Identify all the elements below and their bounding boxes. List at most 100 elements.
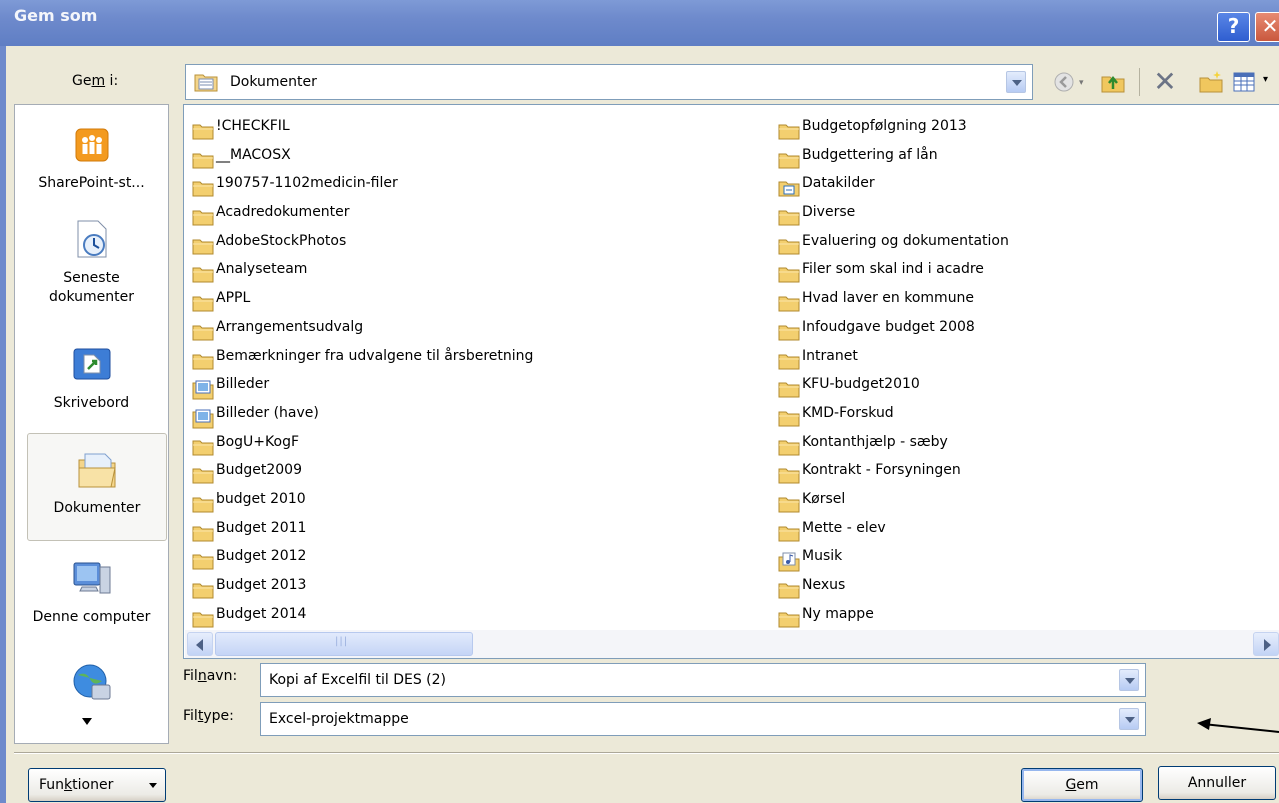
list-item-label: Budgettering af lån [802, 146, 938, 163]
list-item[interactable]: Hvad laver en kommune [774, 285, 1009, 314]
cancel-button[interactable]: Annuller [1158, 766, 1276, 800]
place-network[interactable] [15, 661, 168, 713]
list-item[interactable]: Nexus [774, 572, 1009, 601]
scroll-left-icon[interactable] [187, 632, 213, 656]
list-item[interactable]: Budget 2014 [188, 601, 533, 630]
place-label: Seneste dokumenter [49, 270, 134, 305]
place-documents[interactable]: Dokumenter [27, 433, 167, 541]
list-item[interactable]: Acadredokumenter [188, 199, 533, 228]
list-item-label: Billeder (have) [216, 404, 319, 421]
list-item[interactable]: Kørsel [774, 486, 1009, 515]
filetype-select[interactable]: Excel-projektmappe [260, 702, 1146, 736]
list-item-label: Evaluering og dokumentation [802, 232, 1009, 249]
back-icon[interactable] [1052, 70, 1076, 94]
list-item-label: KMD-Forskud [802, 404, 894, 421]
list-item-label: Musik [802, 548, 843, 565]
list-item-label: APPL [216, 290, 251, 307]
list-item[interactable]: Budget 2011 [188, 515, 533, 544]
list-item-label: Kontrakt - Forsyningen [802, 462, 961, 479]
list-item-label: Infoudgave budget 2008 [802, 318, 975, 335]
list-item[interactable]: Kontrakt - Forsyningen [774, 457, 1009, 486]
horizontal-scrollbar[interactable] [185, 630, 1279, 658]
scroll-right-icon[interactable] [1253, 632, 1279, 656]
scrollbar-thumb[interactable] [215, 632, 473, 656]
list-item-label: Nexus [802, 577, 846, 593]
list-item-label: Arrangementsudvalg [216, 318, 364, 335]
list-item[interactable]: __MACOSX [188, 142, 533, 171]
list-item[interactable]: Budget 2012 [188, 543, 533, 572]
list-item[interactable]: Budget2009 [188, 457, 533, 486]
chevron-down-icon[interactable] [1006, 71, 1026, 93]
list-item[interactable]: BogU+KogF [188, 429, 533, 458]
list-item[interactable]: Infoudgave budget 2008 [774, 314, 1009, 343]
list-item[interactable]: 190757-1102medicin-filer [188, 170, 533, 199]
save-button[interactable]: Gem [1021, 768, 1143, 802]
list-item[interactable]: Budget 2013 [188, 572, 533, 601]
toolbar-separator [1139, 68, 1140, 96]
list-item[interactable]: Billeder (have) [188, 400, 533, 429]
places-bar: SharePoint-st... Seneste dokumenter Skri… [14, 104, 169, 744]
help-button[interactable]: ? [1217, 12, 1250, 42]
list-item[interactable]: Intranet [774, 343, 1009, 372]
delete-icon[interactable]: ✕ [1152, 68, 1178, 96]
list-item[interactable]: Analyseteam [188, 256, 533, 285]
save-in-combobox[interactable]: Dokumenter [185, 64, 1033, 100]
place-recent-documents[interactable]: Seneste dokumenter [15, 217, 168, 307]
views-dropdown-icon[interactable]: ▾ [1263, 74, 1268, 85]
list-item[interactable]: Arrangementsudvalg [188, 314, 533, 343]
list-item[interactable]: Evaluering og dokumentation [774, 228, 1009, 257]
list-item-label: !CHECKFIL [216, 118, 290, 134]
list-item-label: AdobeStockPhotos [216, 232, 347, 249]
list-item[interactable]: Musik [774, 543, 1009, 572]
documents-folder-icon [78, 453, 116, 488]
list-item[interactable]: Billeder [188, 371, 533, 400]
back-dropdown-icon[interactable]: ▾ [1079, 78, 1087, 102]
list-item-label: Acadredokumenter [216, 204, 350, 221]
desktop-icon [73, 348, 110, 380]
list-item-label: Budget 2014 [216, 605, 307, 622]
list-item[interactable]: Mette - elev [774, 515, 1009, 544]
tools-button[interactable]: Funktioner [28, 768, 166, 802]
place-label: SharePoint-st... [38, 175, 145, 191]
list-item[interactable]: Diverse [774, 199, 1009, 228]
list-item[interactable]: Bemærkninger fra udvalgene til årsberetn… [188, 343, 533, 372]
close-button[interactable]: ✕ [1255, 12, 1279, 42]
file-list[interactable]: !CHECKFIL __MACOSX 190757-1102medicin-file… [183, 104, 1279, 659]
list-item[interactable]: Budgettering af lån [774, 142, 1009, 171]
list-item[interactable]: KMD-Forskud [774, 400, 1009, 429]
place-my-computer[interactable]: Denne computer [15, 557, 168, 625]
list-item-label: Ny mappe [802, 605, 874, 622]
list-item[interactable]: KFU-budget2010 [774, 371, 1009, 400]
list-item-label: Kørsel [802, 490, 846, 507]
list-item[interactable]: Budgetopfølgning 2013 [774, 113, 1009, 142]
list-item[interactable]: AdobeStockPhotos [188, 228, 533, 257]
list-item-label: budget 2010 [216, 490, 306, 507]
list-item[interactable]: !CHECKFIL [188, 113, 533, 142]
list-item-label: Budget2009 [216, 462, 302, 479]
place-sharepoint[interactable]: SharePoint-st... [15, 123, 168, 191]
chevron-down-icon[interactable] [1119, 708, 1139, 730]
filename-value[interactable]: Kopi af Excelfil til DES (2) [269, 672, 446, 688]
list-item[interactable]: budget 2010 [188, 486, 533, 515]
sharepoint-icon [75, 128, 108, 162]
list-item[interactable]: Kontanthjælp - sæby [774, 429, 1009, 458]
chevron-down-icon[interactable] [1119, 669, 1139, 691]
places-scroll-down-icon[interactable] [82, 718, 92, 725]
list-item[interactable]: Datakilder [774, 170, 1009, 199]
list-item[interactable]: Filer som skal ind i acadre [774, 256, 1009, 285]
my-computer-icon [73, 562, 110, 594]
list-item-label: Hvad laver en kommune [802, 290, 975, 307]
place-desktop[interactable]: Skrivebord [15, 343, 168, 411]
list-item-label: Budget 2012 [216, 548, 307, 565]
up-one-level-icon[interactable] [1101, 70, 1125, 94]
list-item-label: Intranet [802, 347, 858, 364]
annotation-arrow-icon [1197, 718, 1279, 733]
views-icon[interactable] [1232, 70, 1256, 94]
new-folder-icon[interactable] [1198, 70, 1224, 94]
recent-documents-icon [77, 220, 106, 258]
documents-folder-icon [194, 74, 218, 92]
list-item[interactable]: Ny mappe [774, 601, 1009, 630]
filename-field[interactable]: Kopi af Excelfil til DES (2) [260, 663, 1146, 697]
chevron-down-icon [149, 783, 157, 788]
list-item[interactable]: APPL [188, 285, 533, 314]
